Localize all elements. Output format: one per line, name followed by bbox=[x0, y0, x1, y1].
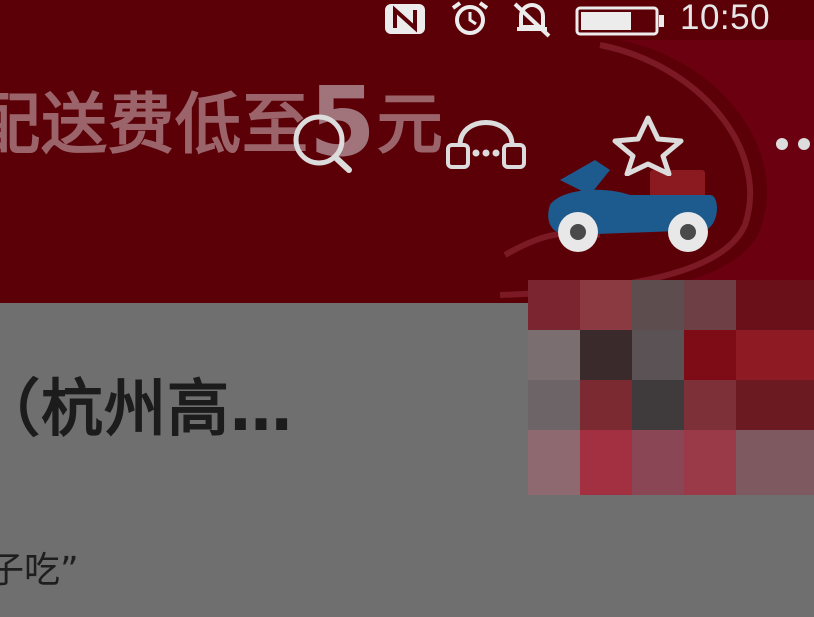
status-bar: 10:50 bbox=[0, 0, 814, 40]
store-name: （杭州高… bbox=[0, 372, 294, 445]
more-icon bbox=[776, 138, 810, 150]
store-logo-pixels bbox=[528, 280, 814, 495]
status-time: 10:50 bbox=[680, 0, 771, 37]
promo-headline: 配送费低至5元 bbox=[0, 58, 444, 178]
favorite-button[interactable] bbox=[605, 112, 691, 180]
alarm-icon bbox=[451, 1, 489, 35]
star-icon bbox=[612, 115, 684, 177]
more-button[interactable] bbox=[770, 130, 814, 164]
store-slogan: 子吃” bbox=[0, 550, 79, 591]
customer-service-icon bbox=[446, 120, 526, 169]
notifications-off-icon bbox=[513, 2, 551, 38]
promo-text: 配送费低至 bbox=[0, 86, 309, 163]
store-logo[interactable] bbox=[528, 280, 814, 495]
battery-icon bbox=[575, 6, 664, 36]
search-icon bbox=[293, 114, 352, 173]
promo-unit: 元 bbox=[376, 86, 444, 163]
nfc-icon bbox=[385, 4, 425, 34]
customer-service-button[interactable] bbox=[440, 105, 532, 181]
promo-banner[interactable]: 配送费低至5元 bbox=[0, 0, 814, 303]
search-button[interactable] bbox=[287, 110, 359, 180]
